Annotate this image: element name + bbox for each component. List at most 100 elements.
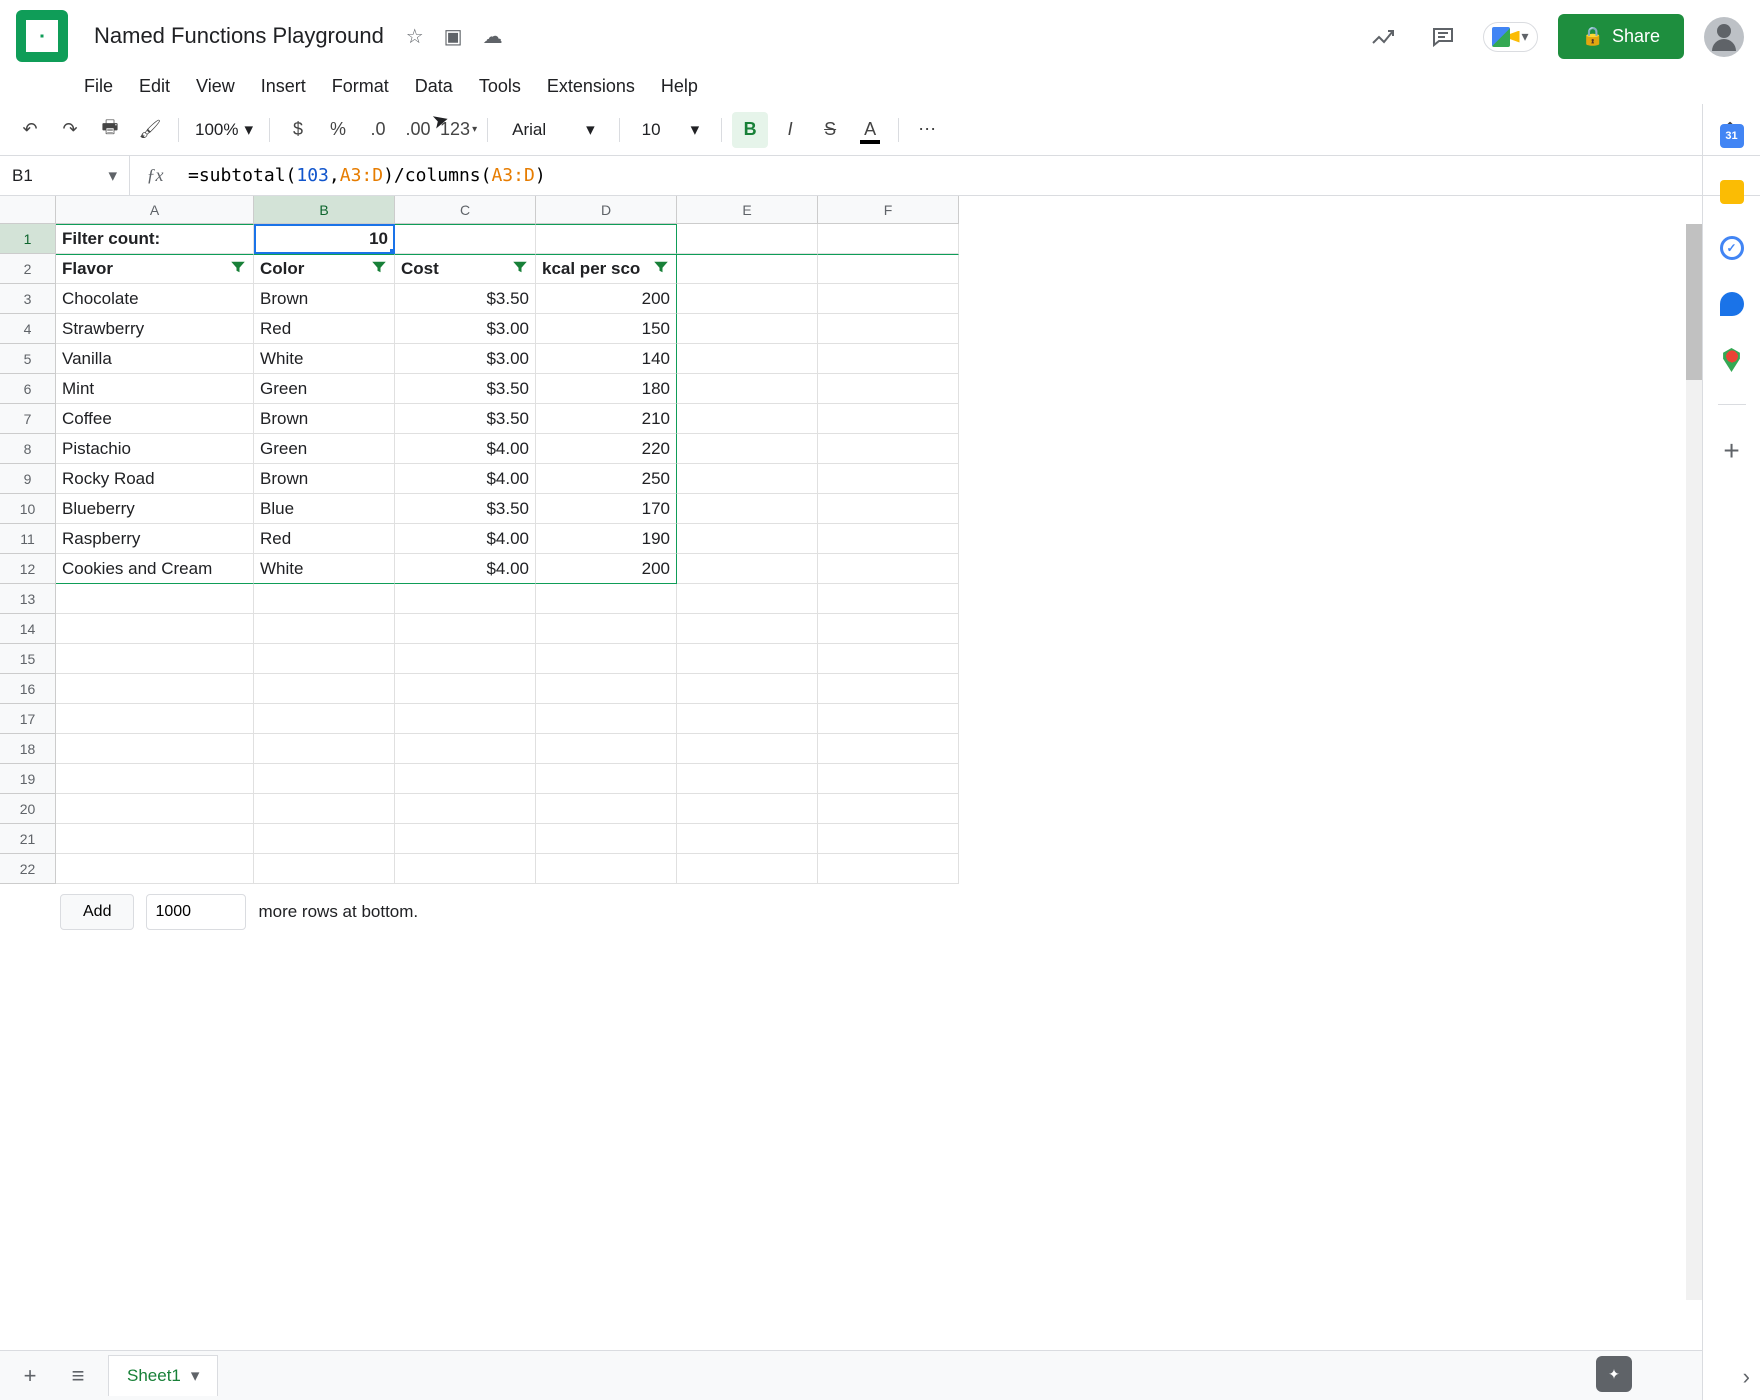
cell-A7[interactable]: Coffee bbox=[56, 404, 254, 434]
cell-C6[interactable]: $3.50 bbox=[395, 374, 536, 404]
menu-insert[interactable]: Insert bbox=[249, 72, 318, 101]
cell-D5[interactable]: 140 bbox=[536, 344, 677, 374]
select-all-corner[interactable] bbox=[0, 196, 56, 224]
cell-F14[interactable] bbox=[818, 614, 959, 644]
cell-F16[interactable] bbox=[818, 674, 959, 704]
menu-format[interactable]: Format bbox=[320, 72, 401, 101]
cell-D11[interactable]: 190 bbox=[536, 524, 677, 554]
cell-D22[interactable] bbox=[536, 854, 677, 884]
meet-button[interactable]: ▾ bbox=[1483, 22, 1538, 52]
menu-tools[interactable]: Tools bbox=[467, 72, 533, 101]
row-header-13[interactable]: 13 bbox=[0, 584, 56, 614]
cell-B5[interactable]: White bbox=[254, 344, 395, 374]
add-rows-input[interactable] bbox=[146, 894, 246, 930]
cell-B2[interactable]: Color bbox=[254, 254, 395, 284]
cell-C12[interactable]: $4.00 bbox=[395, 554, 536, 584]
cell-F13[interactable] bbox=[818, 584, 959, 614]
row-header-6[interactable]: 6 bbox=[0, 374, 56, 404]
row-header-8[interactable]: 8 bbox=[0, 434, 56, 464]
cell-A5[interactable]: Vanilla bbox=[56, 344, 254, 374]
cell-A1[interactable]: Filter count: bbox=[56, 224, 254, 254]
cell-B19[interactable] bbox=[254, 764, 395, 794]
cell-C17[interactable] bbox=[395, 704, 536, 734]
cell-B3[interactable]: Brown bbox=[254, 284, 395, 314]
menu-edit[interactable]: Edit bbox=[127, 72, 182, 101]
row-header-22[interactable]: 22 bbox=[0, 854, 56, 884]
cell-D9[interactable]: 250 bbox=[536, 464, 677, 494]
cell-E14[interactable] bbox=[677, 614, 818, 644]
cell-F2[interactable] bbox=[818, 254, 959, 284]
cell-A10[interactable]: Blueberry bbox=[56, 494, 254, 524]
cell-C11[interactable]: $4.00 bbox=[395, 524, 536, 554]
cell-B13[interactable] bbox=[254, 584, 395, 614]
zoom-select[interactable]: 100%▾ bbox=[189, 120, 259, 140]
cell-F4[interactable] bbox=[818, 314, 959, 344]
row-header-21[interactable]: 21 bbox=[0, 824, 56, 854]
cell-E4[interactable] bbox=[677, 314, 818, 344]
print-button[interactable]: 🖶 bbox=[92, 112, 128, 148]
cell-E16[interactable] bbox=[677, 674, 818, 704]
cell-B20[interactable] bbox=[254, 794, 395, 824]
cell-F19[interactable] bbox=[818, 764, 959, 794]
cell-B17[interactable] bbox=[254, 704, 395, 734]
cell-D1[interactable] bbox=[536, 224, 677, 254]
cell-D10[interactable]: 170 bbox=[536, 494, 677, 524]
cell-C13[interactable] bbox=[395, 584, 536, 614]
sheet-tab-active[interactable]: Sheet1 ▾ bbox=[108, 1355, 218, 1396]
cell-D4[interactable]: 150 bbox=[536, 314, 677, 344]
cell-A18[interactable] bbox=[56, 734, 254, 764]
cell-F1[interactable] bbox=[818, 224, 959, 254]
cell-C3[interactable]: $3.50 bbox=[395, 284, 536, 314]
filter-icon[interactable] bbox=[229, 258, 247, 281]
menu-data[interactable]: Data bbox=[403, 72, 465, 101]
cell-C4[interactable]: $3.00 bbox=[395, 314, 536, 344]
cell-D20[interactable] bbox=[536, 794, 677, 824]
cell-C7[interactable]: $3.50 bbox=[395, 404, 536, 434]
row-header-3[interactable]: 3 bbox=[0, 284, 56, 314]
cell-E19[interactable] bbox=[677, 764, 818, 794]
cell-C1[interactable] bbox=[395, 224, 536, 254]
cell-B9[interactable]: Brown bbox=[254, 464, 395, 494]
cell-A9[interactable]: Rocky Road bbox=[56, 464, 254, 494]
cell-E20[interactable] bbox=[677, 794, 818, 824]
account-avatar[interactable] bbox=[1704, 17, 1744, 57]
cell-F20[interactable] bbox=[818, 794, 959, 824]
cell-C10[interactable]: $3.50 bbox=[395, 494, 536, 524]
cell-D13[interactable] bbox=[536, 584, 677, 614]
cell-A13[interactable] bbox=[56, 584, 254, 614]
maps-icon[interactable] bbox=[1720, 348, 1744, 372]
cell-A2[interactable]: Flavor bbox=[56, 254, 254, 284]
document-title[interactable]: Named Functions Playground bbox=[88, 21, 390, 51]
column-header-C[interactable]: C bbox=[395, 196, 536, 224]
cell-F17[interactable] bbox=[818, 704, 959, 734]
contacts-icon[interactable] bbox=[1720, 292, 1744, 316]
name-box[interactable]: B1 ▾ bbox=[0, 156, 130, 195]
paint-format-button[interactable]: 🖌 bbox=[132, 112, 168, 148]
italic-button[interactable]: I bbox=[772, 112, 808, 148]
font-size-select[interactable]: 10▾ bbox=[630, 120, 711, 140]
undo-button[interactable]: ↶ bbox=[12, 112, 48, 148]
cell-C8[interactable]: $4.00 bbox=[395, 434, 536, 464]
cell-F15[interactable] bbox=[818, 644, 959, 674]
cell-F22[interactable] bbox=[818, 854, 959, 884]
cell-A20[interactable] bbox=[56, 794, 254, 824]
row-header-19[interactable]: 19 bbox=[0, 764, 56, 794]
cell-A22[interactable] bbox=[56, 854, 254, 884]
cell-D21[interactable] bbox=[536, 824, 677, 854]
activity-icon[interactable] bbox=[1363, 17, 1403, 57]
cell-C14[interactable] bbox=[395, 614, 536, 644]
row-header-7[interactable]: 7 bbox=[0, 404, 56, 434]
cell-C2[interactable]: Cost bbox=[395, 254, 536, 284]
cell-E7[interactable] bbox=[677, 404, 818, 434]
cell-B18[interactable] bbox=[254, 734, 395, 764]
row-header-17[interactable]: 17 bbox=[0, 704, 56, 734]
cell-A17[interactable] bbox=[56, 704, 254, 734]
cell-B11[interactable]: Red bbox=[254, 524, 395, 554]
cell-D12[interactable]: 200 bbox=[536, 554, 677, 584]
cell-B16[interactable] bbox=[254, 674, 395, 704]
cell-B10[interactable]: Blue bbox=[254, 494, 395, 524]
cell-A16[interactable] bbox=[56, 674, 254, 704]
cell-D15[interactable] bbox=[536, 644, 677, 674]
strikethrough-button[interactable]: S bbox=[812, 112, 848, 148]
cell-A15[interactable] bbox=[56, 644, 254, 674]
